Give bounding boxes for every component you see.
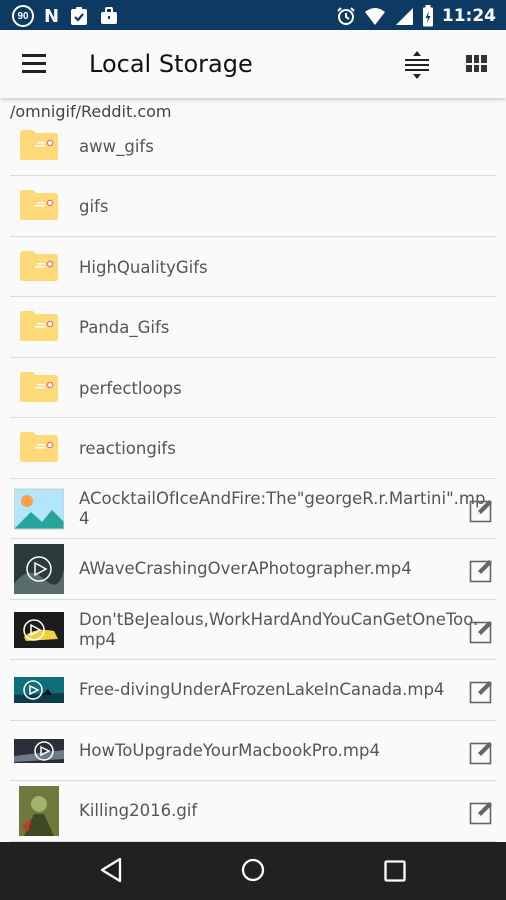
edit-icon[interactable] bbox=[469, 739, 495, 765]
file-name-line1: Free-divingUnderAFrozenLakeInCanada.mp4 bbox=[79, 680, 445, 699]
folder-name: Panda_Gifs bbox=[79, 318, 170, 337]
folder-row[interactable]: Panda_Gifs bbox=[10, 297, 496, 358]
edit-icon[interactable] bbox=[469, 799, 495, 825]
folder-icon bbox=[19, 129, 59, 161]
file-thumbnail bbox=[14, 604, 64, 655]
folder-row[interactable]: gifs bbox=[10, 176, 496, 237]
file-thumbnail bbox=[14, 786, 64, 836]
file-name: AWaveCrashingOverAPhotographer.mp4 bbox=[79, 559, 464, 579]
clipboard-check-icon bbox=[71, 7, 88, 25]
edit-icon[interactable] bbox=[469, 557, 495, 583]
file-list: aww_gifs gifs HighQualityGifs Panda_Gifs… bbox=[10, 116, 496, 842]
folder-name: reactiongifs bbox=[79, 439, 176, 458]
file-name: Killing2016.gif bbox=[79, 801, 464, 821]
file-name-line1: ACocktailOfIceAndFire:The"georgeR.r.Mart… bbox=[79, 488, 486, 508]
file-name: HowToUpgradeYourMacbookPro.mp4 bbox=[79, 741, 464, 761]
folder-icon bbox=[19, 189, 59, 221]
home-icon[interactable] bbox=[241, 857, 265, 883]
file-row[interactable]: HowToUpgradeYourMacbookPro.mp4 bbox=[10, 721, 496, 781]
file-name-line2: 4 bbox=[79, 508, 90, 528]
page-title: Local Storage bbox=[89, 50, 253, 78]
wifi-icon bbox=[364, 8, 385, 25]
signal-icon bbox=[395, 8, 413, 25]
status-bar: 90 N 11:24 bbox=[0, 0, 506, 30]
file-row[interactable]: Don'tBeJealous,WorkHardAndYouCanGetOneTo… bbox=[10, 600, 496, 660]
file-name: Free-divingUnderAFrozenLakeInCanada.mp4 bbox=[79, 680, 464, 700]
app-bar: Local Storage bbox=[0, 30, 506, 98]
file-name-line1: Don'tBeJealous,WorkHardAndYouCanGetOneTo… bbox=[79, 609, 479, 629]
back-icon[interactable] bbox=[99, 857, 123, 883]
folder-name: perfectloops bbox=[79, 378, 182, 398]
grid-view-icon[interactable] bbox=[466, 55, 487, 72]
edit-icon[interactable] bbox=[469, 678, 495, 704]
file-thumbnail bbox=[14, 484, 64, 534]
file-row[interactable]: Killing2016.gif bbox=[10, 781, 496, 842]
folder-row[interactable]: reactiongifs bbox=[10, 418, 496, 479]
n-icon: N bbox=[44, 5, 60, 27]
file-name-line2: mp4 bbox=[79, 629, 117, 649]
folder-row[interactable]: HighQualityGifs bbox=[10, 237, 496, 297]
folder-icon bbox=[19, 250, 59, 282]
menu-icon[interactable] bbox=[22, 54, 46, 74]
file-thumbnail bbox=[14, 665, 64, 715]
folder-row[interactable]: aww_gifs bbox=[10, 116, 496, 176]
status-right-icons: 11:24 bbox=[336, 5, 496, 27]
battery-icon bbox=[422, 5, 433, 27]
briefcase-icon bbox=[101, 7, 118, 24]
status-left-icons: 90 N bbox=[12, 5, 119, 27]
recents-icon[interactable] bbox=[384, 860, 406, 882]
folder-icon bbox=[19, 431, 59, 463]
folder-icon bbox=[19, 371, 59, 403]
folder-name: gifs bbox=[79, 197, 109, 216]
folder-icon bbox=[19, 310, 59, 342]
edit-icon[interactable] bbox=[469, 618, 495, 644]
navigation-bar bbox=[0, 842, 506, 900]
badge-90-label: 90 bbox=[17, 10, 29, 22]
file-name: ACocktailOfIceAndFire:The"georgeR.r.Mart… bbox=[79, 488, 486, 529]
badge-90-icon: 90 bbox=[12, 5, 34, 27]
file-name: Don'tBeJealous,WorkHardAndYouCanGetOneTo… bbox=[79, 609, 479, 650]
folder-row[interactable]: perfectloops bbox=[10, 358, 496, 418]
file-thumbnail bbox=[14, 725, 64, 776]
clock: 11:24 bbox=[441, 6, 496, 26]
file-row[interactable]: Free-divingUnderAFrozenLakeInCanada.mp4 bbox=[10, 660, 496, 721]
edit-icon[interactable] bbox=[469, 497, 495, 523]
alarm-icon bbox=[337, 7, 355, 25]
file-name-line1: HowToUpgradeYourMacbookPro.mp4 bbox=[79, 740, 380, 760]
file-name-line1: AWaveCrashingOverAPhotographer.mp4 bbox=[79, 559, 412, 578]
file-thumbnail bbox=[14, 544, 64, 594]
folder-name: HighQualityGifs bbox=[79, 257, 208, 277]
file-row[interactable]: ACocktailOfIceAndFire:The"georgeR.r.Mart… bbox=[10, 479, 496, 539]
file-name-line1: Killing2016.gif bbox=[79, 801, 198, 820]
file-row[interactable]: AWaveCrashingOverAPhotographer.mp4 bbox=[10, 539, 496, 600]
sort-icon[interactable] bbox=[404, 50, 430, 80]
folder-name: aww_gifs bbox=[79, 137, 154, 156]
